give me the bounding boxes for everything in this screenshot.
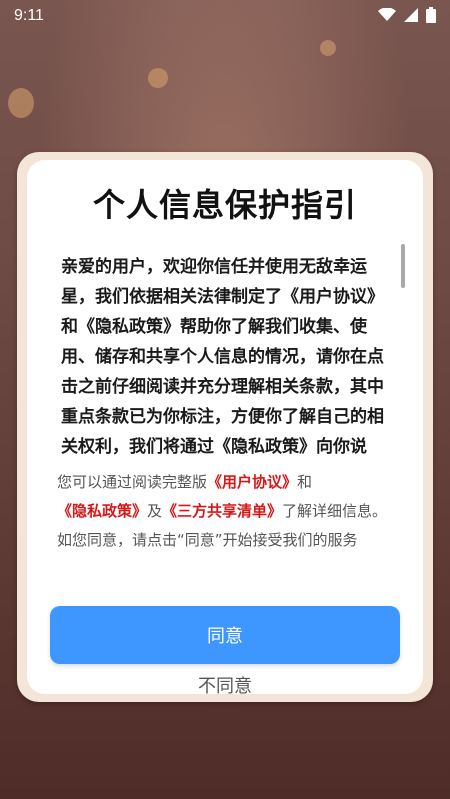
agreement-scroll-area[interactable]: 亲爱的用户，欢迎你信任并使用无敌幸运星，我们依据相关法律制定了《用户协议》和《隐… [61,252,399,462]
dialog-title: 个人信息保护指引 [92,186,357,224]
lantern-decoration [148,68,168,88]
status-time: 9:11 [14,7,44,24]
agree-button[interactable]: 同意 [50,606,400,664]
wifi-icon [378,8,396,21]
disagree-button[interactable]: 不同意 [27,672,423,694]
status-icons [378,7,436,23]
agree-button-label: 同意 [207,626,243,647]
notice-and2: 及 [147,502,163,520]
third-party-list-link[interactable]: 《三方共享清单》 [162,502,282,520]
notice-prefix: 您可以通过阅读完整版 [57,473,208,491]
privacy-policy-link[interactable]: 《隐私政策》 [57,502,147,520]
notice-and: 和 [297,473,313,491]
agreement-body-text: 亲爱的用户，欢迎你信任并使用无敌幸运星，我们依据相关法律制定了《用户协议》和《隐… [61,257,384,457]
scrollbar-thumb[interactable] [401,244,405,288]
lantern-decoration [320,40,336,56]
signal-icon [404,8,418,22]
notice-text: 您可以通过阅读完整版《用户协议》和《隐私政策》及《三方共享清单》了解详细信息。如… [57,468,397,555]
privacy-dialog: 个人信息保护指引 亲爱的用户，欢迎你信任并使用无敌幸运星，我们依据相关法律制定了… [27,160,423,694]
battery-icon [426,7,436,23]
user-agreement-link[interactable]: 《用户协议》 [207,473,297,491]
status-bar: 9:11 [0,0,450,32]
privacy-dialog-frame: 个人信息保护指引 亲爱的用户，欢迎你信任并使用无敌幸运星，我们依据相关法律制定了… [17,152,433,702]
lantern-decoration [8,88,34,118]
